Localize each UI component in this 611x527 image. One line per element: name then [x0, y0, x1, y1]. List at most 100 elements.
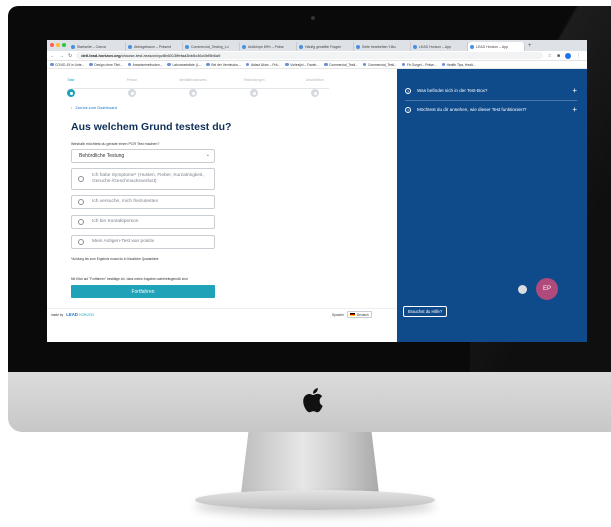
form-panel: Start Person Identitätsnachweis Testkios…: [47, 69, 397, 342]
back-arrow-icon[interactable]: ←: [50, 53, 55, 59]
browser-tab[interactable]: Commercial_Testing_Lo: [183, 42, 240, 51]
bookmark-label: Laborwarteliste (L...: [172, 62, 202, 67]
help-sidebar: ? Was befindet sich in der Test-Box? + ?…: [397, 69, 587, 342]
need-help-button[interactable]: Brauchst du Hilfe?: [403, 306, 448, 317]
bookmark-item[interactable]: Vorlesijni – Faceb...: [285, 63, 319, 67]
bookmark-item[interactable]: Commercial_Testi...: [362, 62, 397, 67]
tab-label: Seite bearbeiten 'Häu: [362, 44, 396, 49]
step-dot-icon: [311, 89, 319, 97]
radio-button[interactable]: [78, 219, 84, 225]
url-field[interactable]: dell.lead-horizon.org/choose-test-reason…: [76, 52, 544, 59]
user-avatar[interactable]: EP: [536, 278, 558, 300]
new-tab-plus-icon[interactable]: +: [525, 42, 532, 51]
step-dot-icon: [250, 89, 258, 97]
option-label: Ich bin Kontaktperson: [92, 219, 139, 224]
maximize-window-icon[interactable]: [62, 43, 66, 47]
camera-icon: [311, 16, 315, 20]
step-person: Person: [112, 78, 152, 102]
bookmark-item[interactable]: Ablauf Aktor – Prä...: [245, 62, 281, 67]
bookmark-favicon-icon: [245, 62, 250, 67]
bookmark-item[interactable]: Fb Gurgel – Präse...: [401, 62, 437, 67]
close-window-icon[interactable]: [50, 43, 54, 47]
bookmark-favicon-icon: [324, 62, 328, 67]
language-dropdown[interactable]: Deutsch: [346, 311, 372, 318]
tab-label: Häufig gestellte Fragen: [305, 44, 342, 49]
faq-item[interactable]: ? Möchtest du dir ansehen, wie dieser Te…: [405, 106, 577, 114]
chat-bubble-icon[interactable]: [518, 285, 527, 294]
more-menu-icon[interactable]: ⋮: [576, 53, 581, 59]
bookmark-favicon-icon: [89, 62, 93, 67]
radio-button[interactable]: [78, 176, 84, 182]
tab-favicon-icon: [242, 44, 246, 49]
step-dot-icon: [67, 89, 75, 97]
bookmark-item[interactable]: Commercial_Testi...: [324, 63, 358, 67]
bookmark-item[interactable]: Design ohne Titel...: [89, 62, 123, 67]
faq-item[interactable]: ? Was befindet sich in der Test-Box? +: [405, 87, 577, 95]
tab-label: LEAD Horizon – App: [476, 44, 509, 49]
bookmark-favicon-icon: [285, 62, 289, 67]
bookmark-label: Ablauf Aktor – Prä...: [250, 62, 281, 67]
bookmark-item[interactable]: Bei der Vermischu...: [206, 63, 241, 67]
page-title: Aus welchem Grund testest du?: [71, 121, 232, 133]
step-start: Start: [51, 78, 91, 102]
browser-tab[interactable]: Abfragebaum – Präsent: [126, 42, 183, 51]
browser-tab-active[interactable]: LEAD Horizon – App: [468, 42, 525, 51]
browser-tab[interactable]: LEAD Horizon – App: [411, 42, 468, 51]
browser-tab-bar: Startseite – Canva Abfragebaum – Präsent…: [47, 40, 587, 51]
tab-favicon-icon: [356, 44, 360, 49]
bookmark-label: Anweisemethoden...: [132, 62, 163, 67]
option-antigen-positive[interactable]: Mein Antigen-Test war positiv: [71, 235, 215, 249]
back-to-dashboard-link[interactable]: ‹ Zurück zum Dashboard: [71, 105, 117, 110]
bookmarks-bar: COVID-19 in Unte... Design ohne Titel...…: [47, 61, 587, 69]
step-finish: Abschließen: [295, 78, 335, 102]
browser-tab[interactable]: Seite bearbeiten 'Häu: [354, 42, 411, 51]
minimize-window-icon[interactable]: [56, 43, 60, 47]
chevron-down-icon: ⌄: [205, 152, 210, 158]
browser-tab[interactable]: Startseite – Canva: [69, 42, 126, 51]
tab-favicon-icon: [128, 44, 132, 49]
page-footer: made by LEAD HORIZON Sprache Deutsch: [47, 308, 397, 319]
extensions-icon[interactable]: ■: [557, 53, 560, 59]
radio-button[interactable]: [78, 239, 84, 245]
bookmark-item[interactable]: Laborwarteliste (L...: [167, 63, 201, 67]
reload-icon[interactable]: ↻: [68, 53, 72, 59]
brand-suffix: HORIZON: [79, 313, 94, 317]
option-label: Mein Antigen-Test war positiv: [92, 239, 155, 244]
bookmark-item[interactable]: COVID-19 in Unte...: [50, 63, 84, 67]
plus-icon[interactable]: +: [572, 106, 577, 114]
forward-arrow-icon[interactable]: →: [59, 53, 64, 59]
question-label: Weshalb möchtest du gerade einen PCR Tes…: [71, 142, 160, 146]
option-contact-person[interactable]: Ich bin Kontaktperson: [71, 215, 215, 229]
bookmark-item[interactable]: Anweisemethoden...: [127, 62, 163, 67]
tab-label: Startseite – Canva: [77, 44, 106, 49]
test-reason-select[interactable]: Behördliche Testung ⌄: [71, 149, 215, 163]
bookmark-label: Health Tips, Healt...: [446, 62, 476, 67]
language-selector: Sprache Deutsch: [332, 311, 372, 318]
faq-divider: [405, 100, 577, 101]
step-dot-icon: [189, 89, 197, 97]
star-icon[interactable]: ☆: [547, 53, 551, 59]
step-dot-icon: [128, 89, 136, 97]
select-value: Behördliche Testung: [79, 153, 125, 159]
bookmark-favicon-icon: [441, 62, 446, 67]
tab-label: Abfragebaum – Präsent: [134, 44, 171, 49]
bookmark-label: Bei der Vermischu...: [211, 62, 241, 67]
continue-button[interactable]: Fortfahren: [71, 285, 215, 298]
photo-stage: Startseite – Canva Abfragebaum – Präsent…: [0, 0, 611, 527]
bookmark-label: Design ohne Titel...: [94, 62, 123, 67]
bookmark-label: Commercial_Testi...: [367, 62, 397, 67]
browser-tab[interactable]: Antikörpe 89% – Präse: [240, 42, 297, 51]
bookmark-item[interactable]: Health Tips, Healt...: [441, 62, 476, 67]
language-label: Sprache: [332, 312, 344, 317]
bookmark-favicon-icon: [206, 62, 210, 67]
bookmark-label: Fb Gurgel – Präse...: [406, 62, 437, 67]
lead-horizon-logo[interactable]: LEAD HORIZON: [66, 312, 94, 317]
browser-tab[interactable]: Häufig gestellte Fragen: [297, 42, 354, 51]
option-test-free[interactable]: Ich versuche, mich freizutesten: [71, 195, 215, 209]
app-page: Start Person Identitätsnachweis Testkios…: [47, 69, 587, 342]
profile-avatar-icon[interactable]: [565, 52, 571, 59]
tab-favicon-icon: [71, 44, 75, 49]
radio-button[interactable]: [78, 199, 84, 205]
option-symptoms[interactable]: Ich habe Symptome* (Husten, Fieber, Kurz…: [71, 168, 215, 190]
plus-icon[interactable]: +: [572, 87, 577, 95]
